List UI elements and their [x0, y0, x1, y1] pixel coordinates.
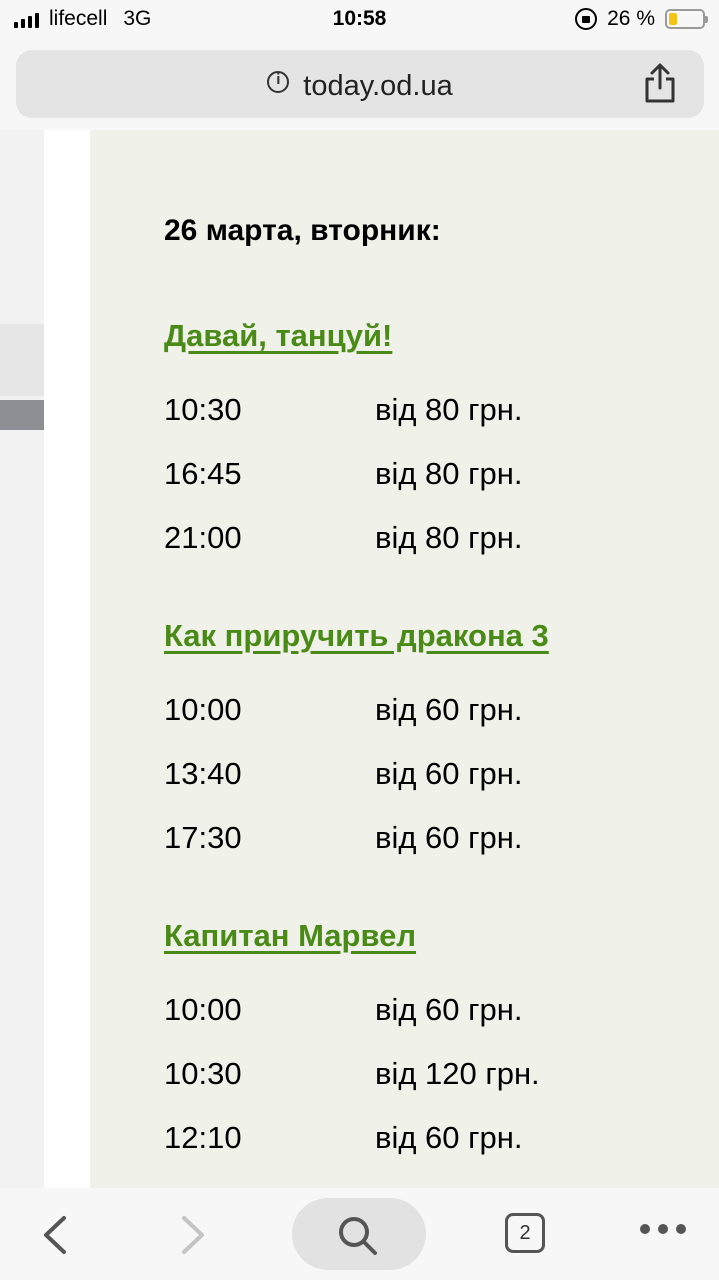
showing-price: від 80 грн. [375, 520, 523, 555]
film-title-link[interactable]: Как приручить дракона 3 [164, 618, 549, 692]
rotation-lock-icon [575, 8, 598, 30]
showing-price: від 60 грн. [375, 992, 523, 1027]
url-text: today.od.ua [303, 70, 453, 102]
showing-time: 10:00 [164, 992, 242, 1027]
showing-row: 10:30 від 120 грн. [164, 1056, 540, 1120]
left-sidebar [0, 130, 44, 1188]
more-menu-icon[interactable] [640, 1224, 686, 1234]
battery-icon [665, 9, 708, 29]
sidebar-block-dark [0, 400, 44, 430]
showing-row: 10:00 від 60 грн. [164, 692, 549, 756]
showing-time: 16:45 [164, 456, 242, 491]
showing-row: 13:40 від 60 грн. [164, 756, 549, 820]
battery-percent: 26 % [607, 7, 655, 30]
browser-toolbar: 2 [0, 1188, 719, 1280]
showing-row: 16:45 від 80 грн. [164, 456, 522, 520]
showing-time: 10:00 [164, 692, 242, 727]
status-bar: lifecell 3G 10:58 26 % [0, 0, 719, 44]
address-bar[interactable]: today.od.ua [16, 50, 704, 118]
showing-price: від 60 грн. [375, 1120, 523, 1155]
showing-time: 10:30 [164, 392, 242, 427]
showing-price: від 80 грн. [375, 456, 523, 491]
showing-price: від 120 грн. [375, 1056, 540, 1091]
film-title-link[interactable]: Капитан Марвел [164, 918, 540, 992]
showing-row: 12:10 від 60 грн. [164, 1120, 540, 1184]
showing-row: 10:00 від 60 грн. [164, 992, 540, 1056]
back-icon[interactable] [36, 1214, 76, 1256]
share-icon[interactable] [642, 62, 678, 104]
forward-icon[interactable] [172, 1214, 212, 1256]
showing-price: від 60 грн. [375, 692, 523, 727]
showing-time: 10:30 [164, 1056, 242, 1091]
film-block: Капитан Марвел 10:00 від 60 грн. 10:30 від… [164, 918, 540, 1184]
showing-price: від 60 грн. [375, 820, 523, 855]
showing-time: 21:00 [164, 520, 242, 555]
film-title-link[interactable]: Давай, танцуй! [164, 318, 522, 392]
showing-row: 17:30 від 60 грн. [164, 820, 549, 884]
info-icon[interactable] [267, 71, 290, 93]
browser-header: today.od.ua [0, 44, 719, 130]
search-button[interactable] [292, 1198, 426, 1270]
film-block: Давай, танцуй! 10:30 від 80 грн. 16:45 від… [164, 318, 522, 584]
showing-row: 10:30 від 80 грн. [164, 392, 522, 456]
showing-time: 12:10 [164, 1120, 242, 1155]
showing-time: 17:30 [164, 820, 242, 855]
web-page[interactable]: 26 марта, вторник: Давай, танцуй! 10:30 в… [0, 130, 719, 1188]
search-icon [339, 1217, 377, 1255]
date-heading: 26 марта, вторник: [164, 214, 441, 247]
showing-time: 13:40 [164, 756, 242, 791]
schedule-panel: 26 марта, вторник: Давай, танцуй! 10:30 в… [90, 130, 719, 1188]
film-block: Как приручить дракона 3 10:00 від 60 грн.… [164, 618, 549, 884]
showing-price: від 60 грн. [375, 756, 523, 791]
sidebar-block [0, 324, 44, 396]
tabs-button[interactable]: 2 [505, 1213, 545, 1253]
showing-row: 21:00 від 80 грн. [164, 520, 522, 584]
showing-price: від 80 грн. [375, 392, 523, 427]
